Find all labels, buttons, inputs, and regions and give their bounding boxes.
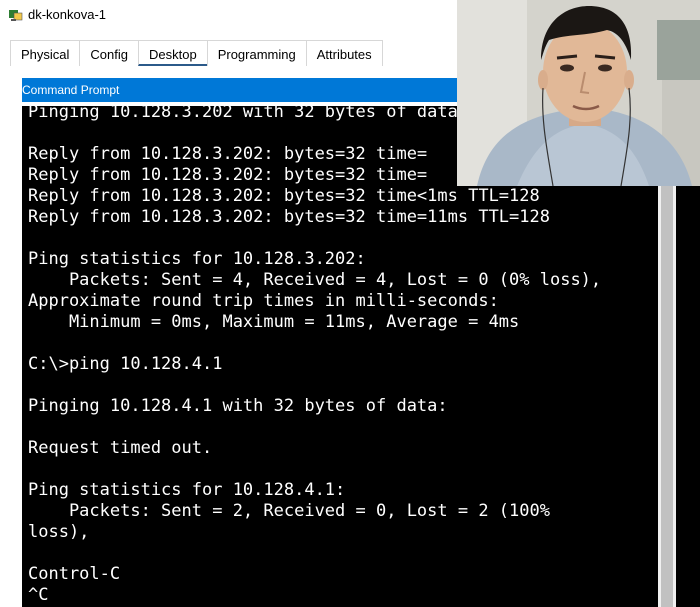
command-prompt-title: Command Prompt xyxy=(22,83,120,97)
terminal-line: C:\>ping 10.128.4.1 xyxy=(28,354,223,374)
tab-config[interactable]: Config xyxy=(79,40,138,66)
terminal-line: Reply from 10.128.3.202: bytes=32 time=1… xyxy=(28,207,550,227)
terminal-line: Packets: Sent = 2, Received = 0, Lost = … xyxy=(28,501,550,521)
terminal-line: Ping statistics for 10.128.3.202: xyxy=(28,249,366,269)
window-edge xyxy=(676,186,700,607)
window-title: dk-konkova-1 xyxy=(28,7,107,22)
tab-desktop[interactable]: Desktop xyxy=(138,40,207,66)
terminal-line: loss), xyxy=(28,522,90,542)
webcam-overlay xyxy=(457,0,700,186)
tab-attributes[interactable]: Attributes xyxy=(305,40,383,66)
tab-physical[interactable]: Physical xyxy=(10,40,80,66)
tab-programming[interactable]: Programming xyxy=(206,40,306,66)
terminal-line: Approximate round trip times in milli-se… xyxy=(28,291,499,311)
terminal-line: Control-C xyxy=(28,564,121,584)
terminal-line: Reply from 10.128.3.202: bytes=32 time<1… xyxy=(28,186,540,206)
webcam-person-image xyxy=(457,0,700,186)
device-tabs: Physical Config Desktop Programming Attr… xyxy=(10,40,383,68)
terminal-line: Minimum = 0ms, Maximum = 11ms, Average =… xyxy=(28,312,520,332)
terminal-line: Pinging 10.128.4.1 with 32 bytes of data… xyxy=(28,396,448,416)
terminal-line: Request timed out. xyxy=(28,438,213,458)
terminal-line: Packets: Sent = 4, Received = 4, Lost = … xyxy=(28,270,602,290)
packet-tracer-pc-icon xyxy=(8,7,24,23)
scrollbar-thumb[interactable] xyxy=(661,166,673,607)
terminal-line: Ping statistics for 10.128.4.1: xyxy=(28,480,346,500)
terminal-line: ^C xyxy=(28,585,49,605)
